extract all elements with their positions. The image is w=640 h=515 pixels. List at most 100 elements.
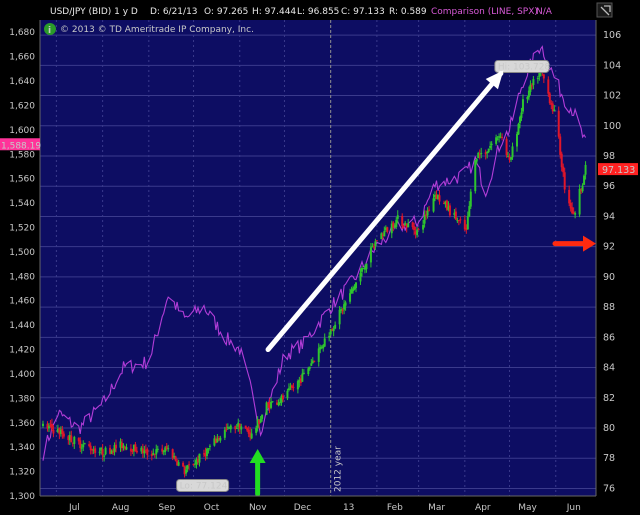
candle-body: [292, 386, 295, 388]
candle-body: [486, 151, 489, 154]
right-tick-label: 96: [603, 181, 615, 192]
candle-body: [219, 437, 222, 441]
candle-body: [310, 363, 313, 366]
left-tick-label: 1,620: [9, 101, 35, 111]
candle-body: [490, 143, 493, 146]
candle-body: [103, 455, 106, 457]
candle-body: [557, 110, 560, 137]
candle-body: [521, 99, 524, 112]
candle-body: [50, 423, 53, 430]
candle-body: [487, 148, 490, 152]
candle-body: [432, 198, 435, 212]
x-tick-label: May: [518, 503, 537, 513]
date-label: D: 6/21/13: [150, 7, 198, 17]
left-tick-label: 1,460: [9, 297, 35, 307]
candle-body: [94, 448, 97, 453]
candle-body: [182, 462, 185, 467]
comparison-label[interactable]: Comparison (LINE, SPX): [431, 7, 538, 17]
high-label: Hi: 103.728: [498, 62, 551, 72]
candle-body: [553, 109, 556, 111]
candle-body: [186, 465, 189, 469]
candle-body: [79, 440, 82, 449]
candle-body: [568, 189, 571, 204]
open-label: O: 97.265: [204, 7, 248, 17]
candle-body: [517, 123, 520, 135]
price-chart[interactable]: USD/JPY (BID) 1 y D D: 6/21/13 O: 97.265…: [0, 0, 640, 515]
candle-body: [395, 219, 398, 227]
left-tick-label: 1,680: [9, 28, 35, 38]
candle-body: [70, 435, 73, 443]
right-tick-label: 90: [603, 272, 615, 283]
candle-body: [62, 433, 65, 437]
candle-body: [82, 444, 85, 448]
candle-body: [255, 427, 258, 433]
candle-body: [510, 157, 513, 160]
left-tick-label: 1,420: [9, 346, 35, 356]
plot-background: [40, 20, 596, 496]
year-marker-label: 2012 year: [334, 446, 344, 492]
candle-body: [536, 77, 539, 79]
candle-body: [518, 117, 521, 124]
x-tick-label: Jun: [566, 503, 581, 513]
candle-body: [478, 154, 481, 156]
candle-body: [402, 225, 405, 227]
candle-body: [495, 137, 498, 144]
right-tick-label: 94: [603, 211, 615, 222]
candle-body: [548, 93, 551, 104]
candle-body: [286, 390, 289, 399]
candle-body: [308, 366, 311, 369]
left-tick-label: 1,400: [9, 370, 35, 380]
copyright-label: © 2013 © TD Ameritrade IP Company, Inc.: [60, 25, 254, 35]
left-tick-label: 1,480: [9, 272, 35, 282]
candle-body: [583, 175, 586, 185]
right-tick-label: 84: [603, 363, 615, 374]
left-tick-label: 1,300: [9, 492, 35, 502]
candle-body: [277, 402, 280, 406]
current-price-label: 97.133: [602, 165, 635, 176]
candle-body: [125, 447, 128, 450]
settings-icon[interactable]: [596, 2, 613, 18]
candle-body: [372, 246, 375, 248]
candle-body: [562, 166, 565, 173]
x-tick-label: Oct: [204, 503, 220, 513]
candle-body: [47, 426, 50, 429]
candle-body: [317, 348, 320, 362]
candle-body: [426, 210, 429, 216]
left-tick-label: 1,440: [9, 321, 35, 331]
candle-body: [417, 229, 420, 231]
candle-body: [98, 451, 101, 453]
range-label: R: 0.589: [389, 7, 427, 17]
candle-body: [161, 448, 164, 452]
candle-body: [115, 444, 118, 449]
candle-body: [359, 272, 362, 282]
symbol-label[interactable]: USD/JPY (BID) 1 y D: [50, 7, 138, 17]
candle-body: [496, 138, 499, 140]
candle-body: [413, 226, 416, 231]
candle-body: [323, 338, 326, 347]
candle-body: [207, 448, 210, 450]
left-tick-label: 1,520: [9, 223, 35, 233]
candle-body: [475, 158, 478, 162]
candle-body: [396, 215, 399, 219]
candle-body: [101, 449, 104, 456]
candle-body: [226, 426, 229, 428]
right-tick-label: 104: [603, 60, 621, 71]
candle-body: [143, 450, 146, 454]
candle-body: [530, 85, 533, 87]
candle-body: [584, 164, 587, 175]
right-tick-label: 106: [603, 30, 621, 41]
left-tick-label: 1,540: [9, 199, 35, 209]
right-tick-label: 98: [603, 151, 615, 162]
candle-body: [205, 448, 208, 456]
candle-body: [374, 241, 377, 247]
candle-body: [41, 423, 44, 426]
candle-body: [581, 185, 584, 192]
candle-body: [270, 401, 273, 408]
candle-body: [235, 427, 238, 429]
candle-body: [407, 223, 410, 228]
left-tick-label: 1,600: [9, 126, 35, 136]
chart-header: USD/JPY (BID) 1 y D D: 6/21/13 O: 97.265…: [0, 0, 640, 20]
candle-body: [188, 464, 191, 466]
left-tick-label: 1,560: [9, 175, 35, 185]
candle-body: [185, 469, 188, 474]
